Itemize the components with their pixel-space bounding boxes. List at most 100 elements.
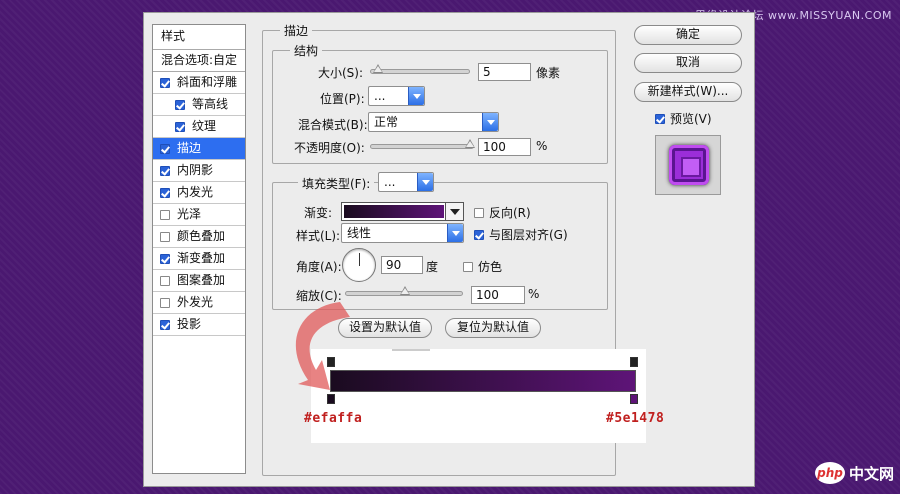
style-item[interactable]: 渐变叠加 <box>153 248 245 270</box>
styles-title: 样式 <box>153 25 245 50</box>
style-item[interactable]: 内阴影 <box>153 160 245 182</box>
opacity-stop-right[interactable] <box>630 357 638 367</box>
fill-type-value: ... <box>384 175 396 189</box>
checkbox-icon[interactable] <box>160 297 170 308</box>
reverse-label: 反向(R) <box>489 206 531 220</box>
opacity-slider-thumb[interactable] <box>465 139 475 148</box>
style-item[interactable]: 投影 <box>153 314 245 336</box>
php-cn-logo: php 中文网 <box>814 462 894 484</box>
chevron-down-icon <box>447 224 463 242</box>
style-item[interactable]: 纹理 <box>153 116 245 138</box>
blend-options-item[interactable]: 混合选项:自定 <box>153 50 245 72</box>
style-item[interactable]: 等高线 <box>153 94 245 116</box>
reverse-checkbox[interactable]: 反向(R) <box>474 204 531 221</box>
style-items: 斜面和浮雕等高线纹理描边内阴影内发光光泽颜色叠加渐变叠加图案叠加外发光投影 <box>153 72 245 336</box>
position-select[interactable]: ... <box>368 86 425 106</box>
gradient-picker[interactable] <box>341 202 464 221</box>
gradient-label: 渐变: <box>304 206 333 220</box>
checkbox-icon[interactable] <box>175 99 185 110</box>
preview-thumbnail <box>669 145 709 185</box>
fill-type-select[interactable]: ... <box>378 172 434 192</box>
style-item-label: 渐变叠加 <box>177 251 226 265</box>
style-item-label: 颜色叠加 <box>177 229 226 243</box>
checkbox-icon[interactable] <box>160 319 170 330</box>
blend-mode-label: 混合模式(B): <box>298 118 368 132</box>
opacity-slider[interactable] <box>370 139 475 149</box>
gradient-midpoint-marker <box>392 349 430 351</box>
style-item[interactable]: 描边 <box>153 138 245 160</box>
position-label: 位置(P): <box>320 92 365 106</box>
size-input[interactable]: 5 <box>478 63 531 81</box>
size-label: 大小(S): <box>318 66 364 80</box>
style-label: 样式(L): <box>296 229 341 243</box>
style-item[interactable]: 颜色叠加 <box>153 226 245 248</box>
angle-unit: 度 <box>426 260 439 274</box>
color-stop-right[interactable] <box>630 394 638 404</box>
position-value: ... <box>374 89 386 103</box>
align-layer-label: 与图层对齐(G) <box>489 228 568 242</box>
style-item-label: 内阴影 <box>177 163 214 177</box>
style-item-label: 外发光 <box>177 295 214 309</box>
stroke-group-title: 描边 <box>280 22 313 39</box>
scale-slider-thumb[interactable] <box>400 286 410 295</box>
gradient-swatch <box>344 205 444 218</box>
style-item[interactable]: 外发光 <box>153 292 245 314</box>
ok-button[interactable]: 确定 <box>634 25 742 45</box>
gradient-style-select[interactable]: 线性 <box>341 223 464 243</box>
style-item-label: 描边 <box>177 141 202 155</box>
reverse-check-icon[interactable] <box>474 207 484 218</box>
style-item[interactable]: 斜面和浮雕 <box>153 72 245 94</box>
dither-check-icon[interactable] <box>463 261 473 272</box>
checkbox-icon[interactable] <box>160 77 170 88</box>
checkbox-icon[interactable] <box>160 275 170 286</box>
style-item[interactable]: 光泽 <box>153 204 245 226</box>
chevron-down-icon[interactable] <box>445 203 463 220</box>
style-item-label: 斜面和浮雕 <box>177 75 238 89</box>
blend-mode-select[interactable]: 正常 <box>368 112 499 132</box>
size-unit: 像素 <box>536 66 561 80</box>
preview-check-icon[interactable] <box>655 113 665 124</box>
php-logo-text: 中文网 <box>848 464 894 483</box>
checkbox-icon[interactable] <box>160 231 170 242</box>
style-item-label: 等高线 <box>192 97 229 111</box>
cancel-button[interactable]: 取消 <box>634 53 742 73</box>
opacity-unit: % <box>536 139 548 153</box>
style-item-label: 图案叠加 <box>177 273 226 287</box>
checkbox-icon[interactable] <box>160 165 170 176</box>
annotation-arrow-icon <box>295 302 350 390</box>
preview-checkbox[interactable]: 预览(V) <box>655 110 712 127</box>
color-start-label: #efaffa <box>304 411 363 426</box>
style-item[interactable]: 图案叠加 <box>153 270 245 292</box>
scale-input[interactable]: 100 <box>471 286 525 304</box>
opacity-label: 不透明度(O): <box>294 141 365 155</box>
opacity-input[interactable]: 100 <box>478 138 531 156</box>
size-slider[interactable] <box>370 64 470 74</box>
dither-label: 仿色 <box>478 260 503 274</box>
chevron-down-icon <box>408 87 424 105</box>
style-item-label: 内发光 <box>177 185 214 199</box>
style-item-label: 投影 <box>177 317 202 331</box>
align-layer-check-icon[interactable] <box>474 229 484 240</box>
reset-default-button[interactable]: 复位为默认值 <box>445 318 541 338</box>
gradient-style-value: 线性 <box>347 226 372 240</box>
checkbox-icon[interactable] <box>160 187 170 198</box>
structure-group-title: 结构 <box>290 42 323 59</box>
preview-label: 预览(V) <box>670 112 712 126</box>
styles-list: 样式 混合选项:自定 斜面和浮雕等高线纹理描边内阴影内发光光泽颜色叠加渐变叠加图… <box>152 24 246 474</box>
new-style-button[interactable]: 新建样式(W)... <box>634 82 742 102</box>
dither-checkbox[interactable]: 仿色 <box>463 258 502 275</box>
checkbox-icon[interactable] <box>160 253 170 264</box>
checkbox-icon[interactable] <box>175 121 185 132</box>
color-stop-left[interactable] <box>327 394 335 404</box>
blend-mode-value: 正常 <box>374 115 399 129</box>
checkbox-icon[interactable] <box>160 209 170 220</box>
align-layer-checkbox[interactable]: 与图层对齐(G) <box>474 226 568 243</box>
style-item-label: 光泽 <box>177 207 202 221</box>
chevron-down-icon <box>417 173 433 191</box>
style-item[interactable]: 内发光 <box>153 182 245 204</box>
style-preview <box>655 135 721 195</box>
size-slider-thumb[interactable] <box>372 64 383 73</box>
checkbox-icon[interactable] <box>160 143 170 154</box>
color-end-label: #5e1478 <box>606 411 665 426</box>
style-item-label: 纹理 <box>192 119 217 133</box>
